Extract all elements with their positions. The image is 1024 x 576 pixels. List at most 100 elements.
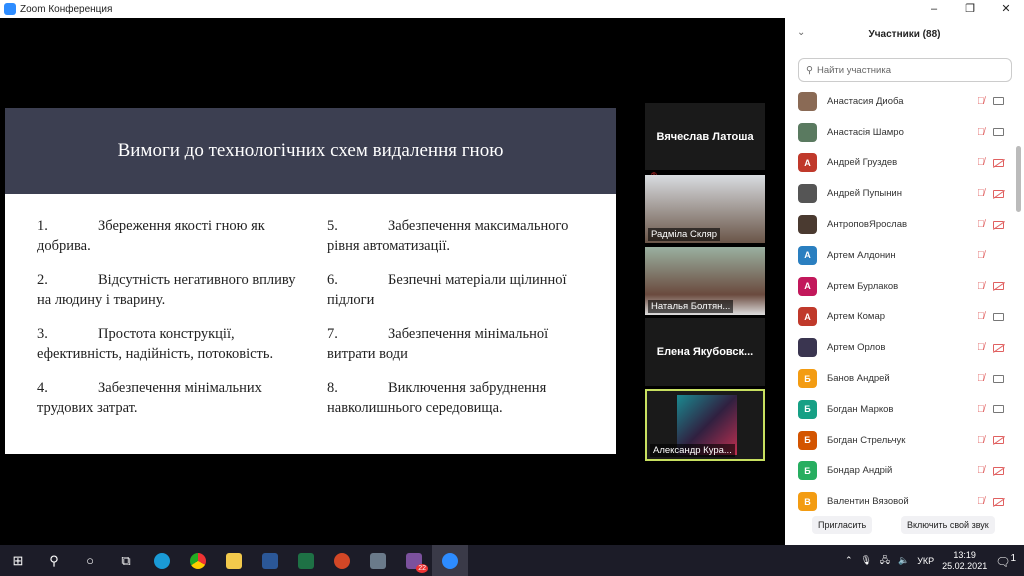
item-number: 2. — [37, 272, 48, 288]
participant-row[interactable]: В Валентин Вязовой 🎙̸ — [785, 486, 1015, 517]
avatar — [798, 91, 817, 111]
taskbar: ⊞ ⚲ ○ ⧉ 22 ⌃ 🎙 🖧 🔈 УКР 13:19 25.02.2021 🗨… — [0, 545, 1024, 576]
video-icon[interactable] — [993, 312, 1004, 321]
avatar — [798, 184, 817, 204]
participant-row[interactable]: Анастасія Шамро 🎙̸ — [785, 117, 1015, 148]
maximize-button[interactable]: ❐ — [952, 0, 988, 18]
video-off-icon[interactable] — [993, 436, 1004, 445]
video-icon[interactable] — [993, 97, 1004, 106]
muted-mic-icon[interactable]: 🎙̸ — [977, 188, 985, 199]
muted-mic-icon[interactable]: 🎙̸ — [977, 219, 985, 230]
close-button[interactable]: ✕ — [988, 0, 1024, 18]
cortana-icon[interactable]: ○ — [72, 545, 108, 576]
participant-row[interactable]: А Андрей Груздев 🎙̸ — [785, 148, 1015, 179]
video-tile[interactable]: Вячеслав Латоша 🎙 — [645, 103, 765, 184]
video-off-icon[interactable] — [993, 497, 1004, 506]
muted-mic-icon[interactable]: 🎙̸ — [977, 373, 985, 384]
video-tile[interactable]: Радміла Скляр — [645, 175, 765, 243]
video-tile[interactable]: Елена Якубовск... — [645, 318, 765, 386]
participant-name: Артем Бурлаков — [827, 280, 899, 292]
requirement-item: 1. Збереження якості гною як добрива. — [37, 216, 307, 256]
muted-mic-icon[interactable]: 🎙̸ — [977, 465, 985, 476]
muted-mic-icon[interactable]: 🎙̸ — [977, 250, 985, 261]
participant-row[interactable]: Б Богдан Стрельчук 🎙̸ — [785, 425, 1015, 456]
muted-mic-icon[interactable]: 🎙̸ — [977, 281, 985, 292]
participant-row[interactable]: Артем Орлов 🎙̸ — [785, 332, 1015, 363]
participant-name: Анастасія Шамро — [827, 126, 904, 138]
requirement-item: 6. Безпечні матеріали щілинної підлоги — [327, 270, 597, 310]
task-view-icon[interactable]: ⧉ — [108, 545, 144, 576]
panel-title: Участники (88) — [868, 28, 941, 40]
search-placeholder: Найти участника — [816, 64, 892, 76]
edge-icon[interactable] — [144, 545, 180, 576]
notifications-icon[interactable]: 🗨1 — [995, 553, 1016, 569]
requirement-item: 4. Забезпечення мінімальних трудових затр… — [37, 378, 307, 418]
muted-mic-icon[interactable]: 🎙̸ — [977, 342, 985, 353]
slide-column-left: 1. Збереження якості гною як добрива. 2. Ві… — [37, 216, 307, 432]
start-icon[interactable]: ⊞ — [0, 545, 36, 576]
chevron-down-icon[interactable]: ⌄ — [797, 27, 805, 38]
unmute-button[interactable]: Включить свой звук — [901, 516, 995, 534]
muted-mic-icon[interactable]: 🎙̸ — [977, 404, 985, 415]
participant-name: Богдан Стрельчук — [827, 434, 906, 446]
video-tile[interactable]: Наталья Болтян... — [645, 247, 765, 315]
requirement-item: 8. Виключення забруднення навколишнього с… — [327, 378, 597, 418]
video-off-icon[interactable] — [993, 282, 1004, 291]
volume-icon[interactable]: 🔈 — [898, 555, 909, 566]
video-tile-active-speaker[interactable]: Александр Кура... — [645, 389, 765, 461]
zoom-icon[interactable] — [432, 545, 468, 576]
participant-row[interactable]: Анастасия Диоба 🎙̸ — [785, 86, 1015, 117]
muted-mic-icon[interactable]: 🎙̸ — [977, 496, 985, 507]
participant-name: Банов Андрей — [827, 373, 890, 385]
participant-row[interactable]: А Артем Алдонин 🎙̸ — [785, 240, 1015, 271]
participant-row[interactable]: А Артем Комар 🎙̸ — [785, 302, 1015, 333]
video-off-icon[interactable] — [993, 220, 1004, 229]
video-icon[interactable] — [993, 374, 1004, 383]
muted-mic-icon[interactable]: 🎙̸ — [977, 96, 985, 107]
item-number: 3. — [37, 326, 48, 342]
participant-row[interactable]: АнтроповЯрослав 🎙̸ — [785, 209, 1015, 240]
participant-row[interactable]: Б Богдан Марков 🎙̸ — [785, 394, 1015, 425]
chevron-up-icon[interactable]: ⌃ — [845, 555, 853, 566]
video-icon[interactable] — [993, 405, 1004, 414]
video-off-icon[interactable] — [993, 189, 1004, 198]
viber-icon[interactable]: 22 — [396, 545, 432, 576]
video-off-icon[interactable] — [993, 158, 1004, 167]
video-off-icon[interactable] — [993, 343, 1004, 352]
muted-mic-icon[interactable]: 🎙̸ — [977, 311, 985, 322]
avatar: Б — [798, 369, 817, 389]
muted-mic-icon[interactable]: 🎙̸ — [977, 157, 985, 168]
network-icon[interactable]: 🖧 — [880, 553, 890, 569]
item-number: 6. — [327, 272, 338, 288]
video-off-icon[interactable] — [993, 466, 1004, 475]
participant-row[interactable]: Андрей Пупынин 🎙̸ — [785, 178, 1015, 209]
muted-mic-icon[interactable]: 🎙̸ — [977, 435, 985, 446]
item-number: 5. — [327, 218, 338, 234]
slide-title: Вимоги до технологічних схем видалення г… — [5, 108, 616, 194]
calculator-icon[interactable] — [360, 545, 396, 576]
participant-name: Наталья Болтян... — [648, 300, 734, 313]
word-icon[interactable] — [252, 545, 288, 576]
avatar: Б — [798, 430, 817, 450]
scrollbar[interactable] — [1016, 146, 1021, 212]
language-indicator[interactable]: УКР — [917, 556, 934, 566]
time: 13:19 — [953, 549, 976, 560]
video-icon[interactable] — [993, 128, 1004, 137]
participant-row[interactable]: Б Бондар Андрій 🎙̸ — [785, 456, 1015, 487]
search-icon[interactable]: ⚲ — [36, 545, 72, 576]
powerpoint-icon[interactable] — [324, 545, 360, 576]
avatar — [798, 338, 817, 358]
requirement-item: 5. Забезпечення максимального рівня автом… — [327, 216, 597, 256]
search-input[interactable]: ⚲ Найти участника — [798, 58, 1012, 82]
clock[interactable]: 13:19 25.02.2021 — [942, 550, 987, 572]
microphone-icon[interactable]: 🎙 — [860, 555, 871, 566]
invite-button[interactable]: Пригласить — [812, 516, 873, 534]
requirement-item: 7. Забезпечення мінімальної витрати води — [327, 324, 597, 364]
minimize-button[interactable]: – — [916, 0, 952, 18]
participant-row[interactable]: А Артем Бурлаков 🎙̸ — [785, 271, 1015, 302]
excel-icon[interactable] — [288, 545, 324, 576]
participant-row[interactable]: Б Банов Андрей 🎙̸ — [785, 363, 1015, 394]
muted-mic-icon[interactable]: 🎙̸ — [977, 127, 985, 138]
chrome-icon[interactable] — [180, 545, 216, 576]
file-explorer-icon[interactable] — [216, 545, 252, 576]
